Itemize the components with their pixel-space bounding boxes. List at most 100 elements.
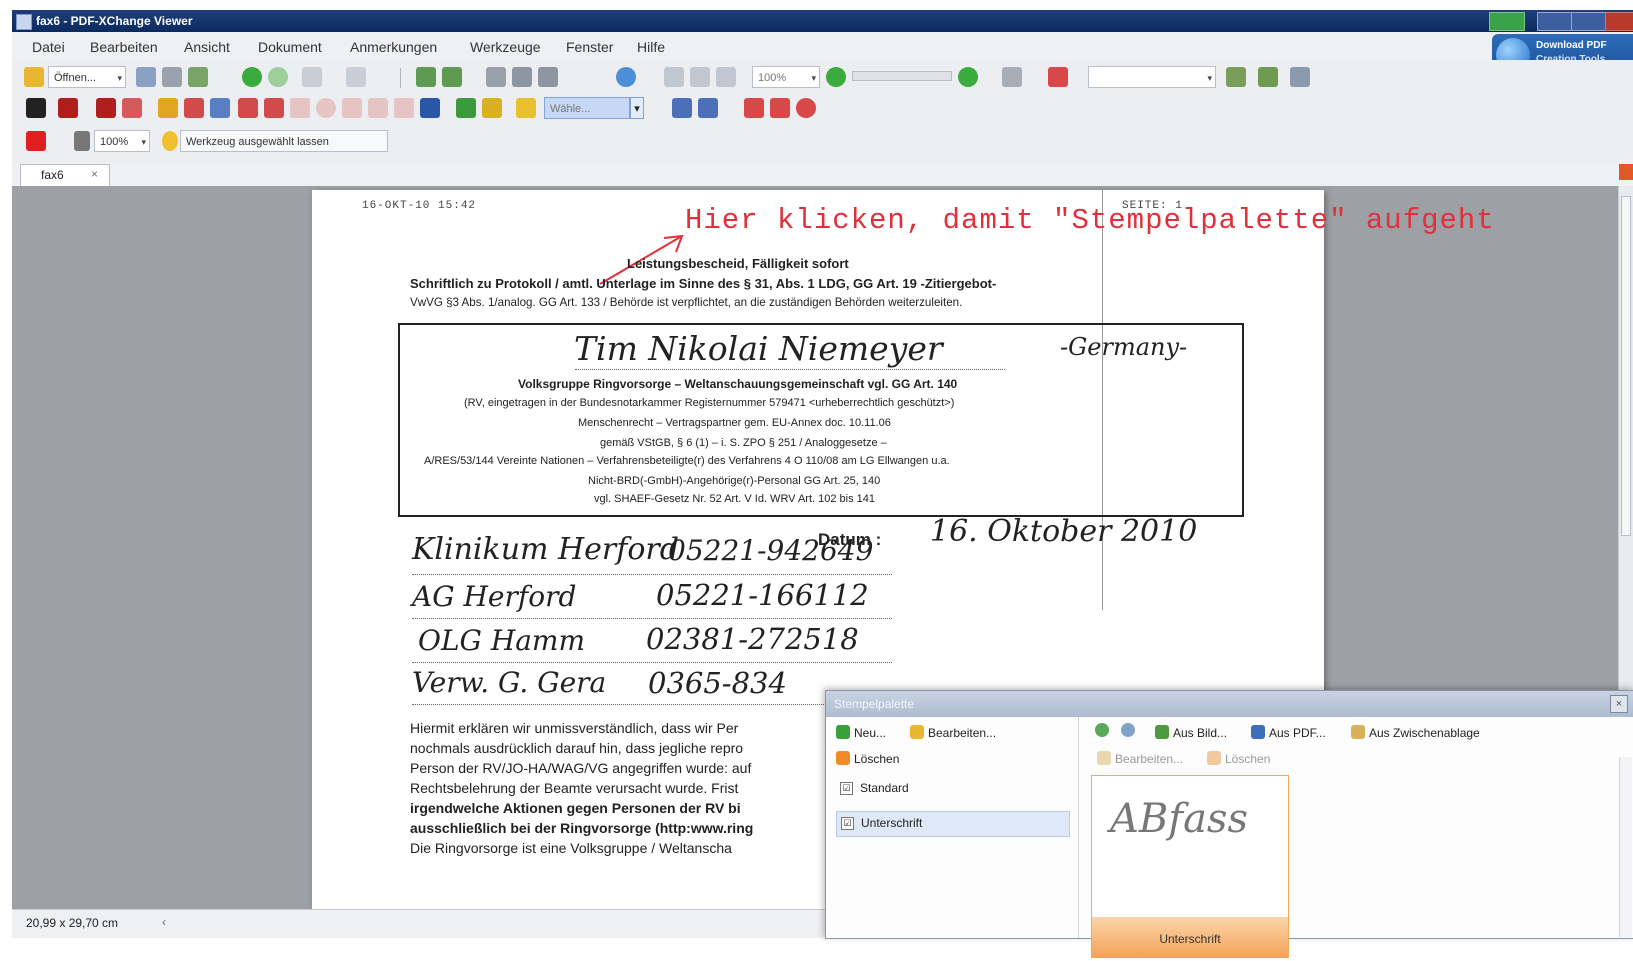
- area-icon[interactable]: [698, 98, 718, 118]
- menu-dokument[interactable]: Dokument: [258, 39, 322, 55]
- polyline-icon[interactable]: [394, 98, 414, 118]
- zoom-icon[interactable]: [616, 67, 636, 87]
- tab-label: fax6: [41, 168, 64, 182]
- edit-collection-button[interactable]: Bearbeiten...: [910, 725, 996, 740]
- search-input[interactable]: ▾: [1088, 66, 1216, 88]
- palette-scrollbar[interactable]: [1619, 757, 1632, 937]
- stamp-select-combo[interactable]: Wähle...: [544, 97, 630, 119]
- palette-close-button[interactable]: ×: [1610, 695, 1628, 713]
- underline-icon[interactable]: [210, 98, 230, 118]
- stamp-item-unterschrift[interactable]: ABfass Unterschrift: [1091, 775, 1289, 958]
- page-heading: Leistungsbescheid, Fälligkeit sofort: [627, 256, 849, 271]
- view-icon[interactable]: [1002, 67, 1022, 87]
- redo-icon[interactable]: [346, 67, 366, 87]
- from-image-button[interactable]: Aus Bild...: [1155, 725, 1227, 740]
- open-button[interactable]: Öffnen... ▾: [48, 66, 126, 88]
- zoom-combo[interactable]: 100% ▾: [752, 66, 820, 88]
- menu-bearbeiten[interactable]: Bearbeiten: [90, 39, 158, 55]
- status-spin[interactable]: ‹: [162, 915, 166, 929]
- stamp-dropdown-button[interactable]: ▾: [630, 97, 644, 119]
- fit-page-icon[interactable]: [664, 67, 684, 87]
- save-icon[interactable]: [136, 67, 156, 87]
- zoom-in-stamp-button[interactable]: [1095, 723, 1113, 738]
- measure-icon[interactable]: [672, 98, 692, 118]
- menu-anmerkungen[interactable]: Anmerkungen: [350, 39, 437, 55]
- typewriter-icon[interactable]: [122, 98, 142, 118]
- collection-item-unterschrift[interactable]: ☑ Unterschrift: [836, 811, 1070, 837]
- collection-checkbox[interactable]: ☑: [840, 782, 853, 795]
- pushpin-icon[interactable]: [420, 98, 440, 118]
- zoom-out-icon[interactable]: [826, 67, 846, 87]
- strikeout-icon[interactable]: [184, 98, 204, 118]
- note-icon[interactable]: [26, 98, 46, 118]
- edit-icon: [910, 725, 924, 739]
- callout-icon[interactable]: [96, 98, 116, 118]
- rectangle-icon[interactable]: [290, 98, 310, 118]
- scrollbar-thumb[interactable]: [1621, 196, 1631, 536]
- hand-tool-icon[interactable]: [486, 67, 506, 87]
- taskbar-indicator[interactable]: [1489, 12, 1525, 31]
- menu-werkzeuge[interactable]: Werkzeuge: [470, 39, 541, 55]
- comment-icon[interactable]: [1048, 67, 1068, 87]
- zoom-out-stamp-button[interactable]: [1121, 723, 1139, 738]
- email-icon[interactable]: [188, 67, 208, 87]
- collection-checkbox[interactable]: ☑: [841, 817, 854, 830]
- arrow-tool-icon[interactable]: [238, 98, 258, 118]
- tab-fax6[interactable]: fax6 ×: [20, 164, 110, 186]
- menu-datei[interactable]: Datei: [32, 39, 65, 55]
- highlight-text-icon[interactable]: [158, 98, 178, 118]
- menu-ansicht[interactable]: Ansicht: [184, 39, 230, 55]
- minimize-button[interactable]: [1537, 12, 1573, 31]
- snapshot-icon[interactable]: [538, 67, 558, 87]
- forward-icon[interactable]: [268, 67, 288, 87]
- keep-tool-selected-toggle[interactable]: Werkzeug ausgewählt lassen: [180, 130, 388, 152]
- back-icon[interactable]: [242, 67, 262, 87]
- delete-stamp-button[interactable]: Löschen: [1207, 751, 1270, 766]
- zoom-slider[interactable]: [852, 71, 952, 81]
- close-window-button[interactable]: [1605, 12, 1633, 31]
- from-clipboard-button[interactable]: Aus Zwischenablage: [1351, 725, 1480, 740]
- pencil-icon[interactable]: [456, 98, 476, 118]
- search-icon[interactable]: [1226, 67, 1246, 87]
- maximize-button[interactable]: [1571, 12, 1607, 31]
- oval-icon[interactable]: [316, 98, 336, 118]
- new-collection-button[interactable]: Neu...: [836, 725, 886, 740]
- palette-titlebar[interactable]: Stempelpalette ×: [826, 691, 1633, 717]
- undo-icon[interactable]: [302, 67, 322, 87]
- polygon-icon[interactable]: [342, 98, 362, 118]
- line-tool-icon[interactable]: [264, 98, 284, 118]
- settings-icon[interactable]: [1290, 67, 1310, 87]
- toolbar-row-file: Öffnen... ▾ 100% ▾ ▾: [12, 62, 1633, 94]
- close-document-icon[interactable]: [1619, 164, 1633, 180]
- stamp-tool-icon[interactable]: [516, 98, 536, 118]
- fit-width-icon[interactable]: [690, 67, 710, 87]
- opacity-combo[interactable]: 100% ▾: [94, 130, 150, 152]
- from-pdf-button[interactable]: Aus PDF...: [1251, 725, 1326, 740]
- edit-stamp-button[interactable]: Bearbeiten...: [1097, 751, 1183, 766]
- contact-phone-3: 02381-272518: [646, 622, 859, 656]
- textbox-icon[interactable]: [58, 98, 78, 118]
- body-line-1: Hiermit erklären wir unmissverständlich,…: [410, 720, 739, 736]
- print-icon[interactable]: [162, 67, 182, 87]
- menu-fenster[interactable]: Fenster: [566, 39, 613, 55]
- select-text-icon[interactable]: [512, 67, 532, 87]
- zoom-in-icon[interactable]: [958, 67, 978, 87]
- sound-icon[interactable]: [796, 98, 816, 118]
- opacity-icon[interactable]: [74, 131, 90, 151]
- attach-icon[interactable]: [770, 98, 790, 118]
- delete-collection-button[interactable]: Löschen: [836, 751, 899, 766]
- find-icon[interactable]: [1258, 67, 1278, 87]
- menu-hilfe[interactable]: Hilfe: [637, 39, 665, 55]
- collection-item-standard[interactable]: ☑ Standard: [836, 777, 1068, 801]
- color-swatch[interactable]: [26, 131, 46, 151]
- cloud-icon[interactable]: [368, 98, 388, 118]
- rotate-left-icon[interactable]: [416, 67, 436, 87]
- actual-size-icon[interactable]: [716, 67, 736, 87]
- zoom-in-icon: [1095, 723, 1109, 737]
- tab-close-icon[interactable]: ×: [91, 167, 98, 181]
- eraser-icon[interactable]: [482, 98, 502, 118]
- contact-name-2: AG Herford: [412, 580, 577, 613]
- open-icon[interactable]: [24, 67, 44, 87]
- link-icon[interactable]: [744, 98, 764, 118]
- rotate-right-icon[interactable]: [442, 67, 462, 87]
